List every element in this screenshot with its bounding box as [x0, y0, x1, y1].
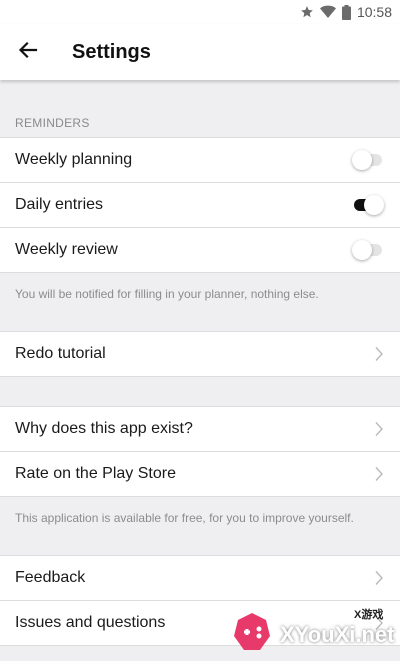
- reminders-note: You will be notified for filling in your…: [0, 273, 400, 332]
- app-bar: Settings: [0, 24, 400, 80]
- watermark: X游戏 XYouXi.net: [228, 604, 400, 661]
- setting-label: Rate on the Play Store: [15, 465, 176, 482]
- back-button[interactable]: [0, 24, 56, 80]
- chevron-right-icon: [374, 346, 384, 362]
- daily-entries-toggle[interactable]: [352, 194, 384, 216]
- setting-daily-entries[interactable]: Daily entries: [0, 183, 400, 228]
- section-header-reminders: REMINDERS: [0, 80, 400, 138]
- setting-label: Redo tutorial: [15, 345, 106, 362]
- arrow-left-icon: [18, 40, 38, 65]
- chevron-right-icon: [374, 570, 384, 586]
- wifi-icon: [319, 5, 336, 19]
- setting-label: Weekly review: [15, 241, 118, 258]
- status-bar: 10:58: [0, 0, 400, 24]
- about-note: This application is available for free, …: [0, 497, 400, 556]
- chevron-right-icon: [374, 466, 384, 482]
- setting-label: Weekly planning: [15, 151, 133, 168]
- toggle-thumb: [352, 240, 372, 260]
- settings-list: REMINDERS Weekly planning Daily entries …: [0, 80, 400, 661]
- chevron-right-icon: [374, 421, 384, 437]
- star-icon: [300, 5, 314, 19]
- feedback-item[interactable]: Feedback: [0, 556, 400, 601]
- battery-icon: [341, 4, 351, 20]
- status-time: 10:58: [356, 4, 392, 20]
- setting-weekly-planning[interactable]: Weekly planning: [0, 138, 400, 183]
- watermark-subtext: X游戏: [354, 609, 384, 621]
- watermark-text: XYouXi.net: [280, 622, 395, 647]
- setting-label: Feedback: [15, 569, 86, 586]
- weekly-planning-toggle[interactable]: [352, 149, 384, 171]
- setting-weekly-review[interactable]: Weekly review: [0, 228, 400, 273]
- page-title: Settings: [72, 40, 151, 63]
- setting-label: Why does this app exist?: [15, 420, 193, 437]
- gamepad-logo-icon: [230, 610, 274, 654]
- toggle-thumb: [352, 150, 372, 170]
- setting-label: Issues and questions: [15, 614, 166, 631]
- section-gap: [0, 377, 400, 407]
- rate-play-store-item[interactable]: Rate on the Play Store: [0, 452, 400, 497]
- why-app-exists-item[interactable]: Why does this app exist?: [0, 407, 400, 452]
- toggle-thumb: [364, 195, 384, 215]
- setting-label: Daily entries: [15, 196, 104, 213]
- weekly-review-toggle[interactable]: [352, 239, 384, 261]
- redo-tutorial-item[interactable]: Redo tutorial: [0, 332, 400, 377]
